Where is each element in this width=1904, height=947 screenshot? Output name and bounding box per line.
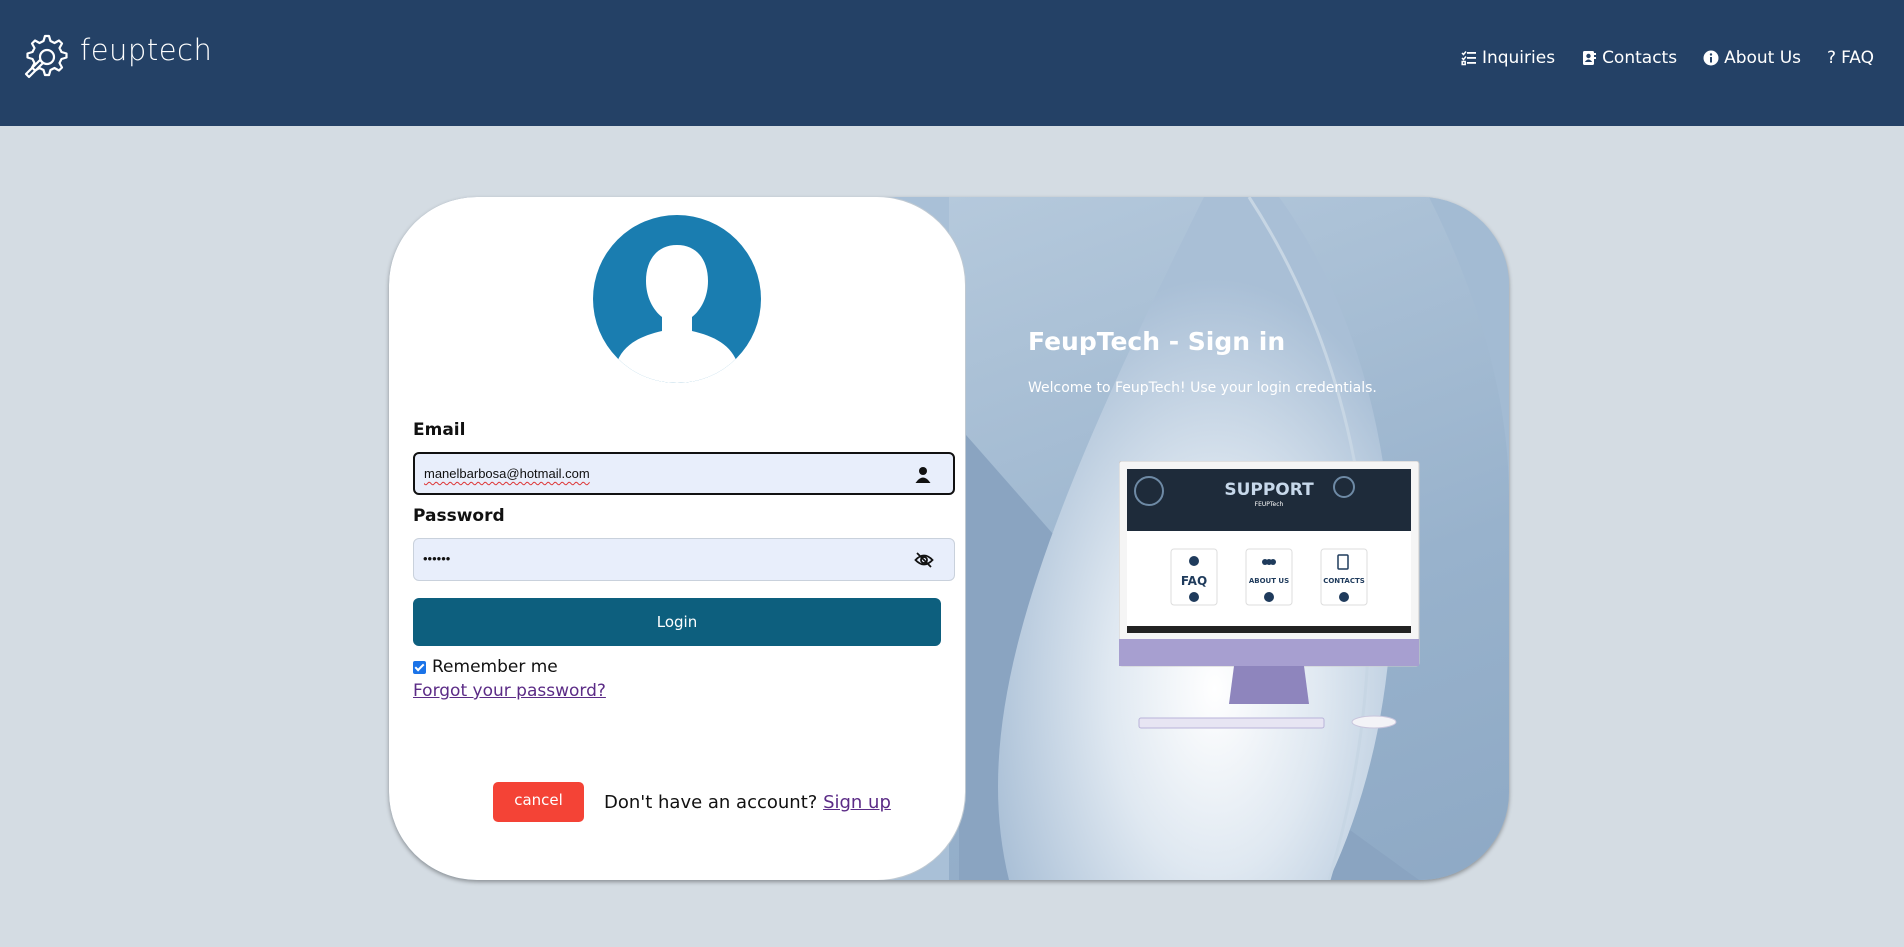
preview-tile-faq: FAQ <box>1170 548 1218 606</box>
nav-contacts[interactable]: Contacts <box>1581 48 1677 68</box>
login-form-panel: Email manelbarbosa@hotmail.com Password … <box>389 197 965 880</box>
nav-about-us[interactable]: About Us <box>1703 48 1801 68</box>
info-icon <box>1703 50 1719 66</box>
password-label: Password <box>413 506 505 526</box>
remember-me: Remember me <box>413 657 558 677</box>
forgot-password-link[interactable]: Forgot your password? <box>413 681 606 701</box>
login-button[interactable]: Login <box>413 598 941 646</box>
main-nav: Inquiries Contacts About Us ? FAQ <box>1461 48 1874 68</box>
eye-slash-icon[interactable] <box>914 550 934 570</box>
panel-subtitle: Welcome to FeupTech! Use your login cred… <box>1028 380 1377 396</box>
preview-tile-faq-label: FAQ <box>1181 574 1207 588</box>
signup-prompt: Don't have an account? Sign up <box>604 792 891 813</box>
brand-name: feuptech <box>80 33 213 67</box>
user-avatar <box>593 215 761 383</box>
question-icon: ? <box>1827 48 1837 68</box>
user-icon <box>915 467 931 483</box>
signup-link[interactable]: Sign up <box>823 792 891 813</box>
preview-brand: FEUPTech <box>1255 501 1284 508</box>
password-field[interactable]: •••••• <box>413 538 955 581</box>
nav-inquiries-label: Inquiries <box>1481 48 1556 68</box>
brand[interactable]: feuptech <box>20 30 212 82</box>
preview-banner: SUPPORT <box>1224 480 1314 500</box>
nav-inquiries[interactable]: Inquiries <box>1461 48 1555 68</box>
nav-faq-label: FAQ <box>1841 48 1874 68</box>
contact-card-icon <box>1583 51 1597 65</box>
checklist-icon <box>1461 51 1476 66</box>
remember-me-checkbox[interactable] <box>413 660 426 674</box>
cancel-button[interactable]: cancel <box>493 782 584 822</box>
top-navbar: feuptech Inquiries Contacts About Us ? F… <box>0 0 1904 126</box>
preview-tile-about-label: ABOUT US <box>1249 577 1289 585</box>
preview-tile-contacts: CONTACTS <box>1320 548 1368 606</box>
no-account-text: Don't have an account? <box>604 792 818 813</box>
panel-title: FeupTech - Sign in <box>1028 327 1286 356</box>
nav-faq[interactable]: ? FAQ <box>1827 48 1874 68</box>
remember-me-label: Remember me <box>432 657 558 677</box>
nav-contacts-label: Contacts <box>1602 48 1678 68</box>
user-silhouette-icon <box>616 245 738 383</box>
email-value: manelbarbosa@hotmail.com <box>424 466 590 481</box>
password-value: •••••• <box>423 551 451 566</box>
email-label: Email <box>413 420 466 440</box>
nav-about-us-label: About Us <box>1724 48 1802 68</box>
monitor-illustration: SUPPORT FEUPTech FAQ ABOUT US CONTACTS <box>1119 461 1420 729</box>
preview-tile-contacts-label: CONTACTS <box>1323 577 1365 585</box>
login-card: FeupTech - Sign in Welcome to FeupTech! … <box>389 197 1509 880</box>
gear-wrench-logo-icon <box>24 34 68 79</box>
email-field[interactable]: manelbarbosa@hotmail.com <box>413 452 955 495</box>
preview-tile-about: ABOUT US <box>1245 548 1293 606</box>
